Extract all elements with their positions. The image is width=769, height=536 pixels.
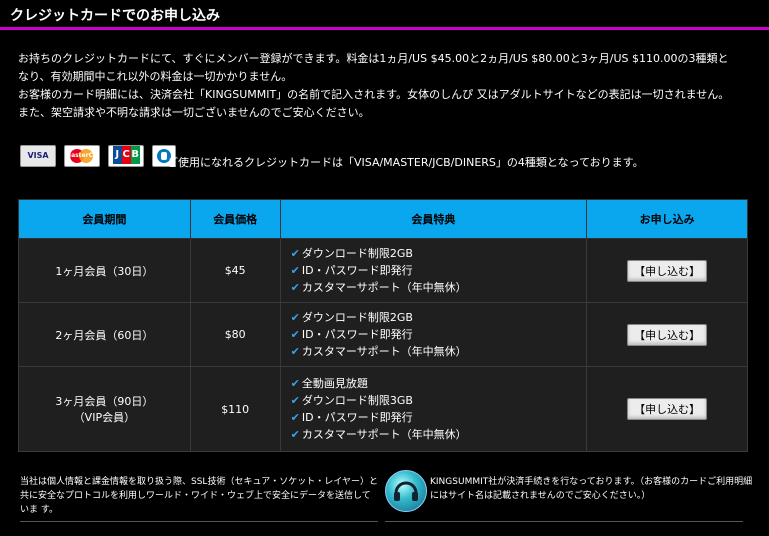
checkmark-icon: ✔ bbox=[290, 377, 300, 390]
divider bbox=[385, 521, 743, 522]
plan-apply-cell: 【申し込む】 bbox=[586, 238, 748, 303]
benefit-text: カスタマーサポート（年中無休） bbox=[301, 428, 467, 441]
benefit-item: ✔ ID・パスワード即発行 bbox=[291, 409, 586, 426]
jcb-logo-icon: JCB bbox=[108, 145, 145, 167]
divider bbox=[20, 521, 378, 522]
plan-period-label: 2ヶ月会員（60日） bbox=[55, 328, 154, 342]
column-header-period: 会員期間 bbox=[18, 199, 191, 239]
benefit-item: ✔ ID・パスワード即発行 bbox=[291, 326, 586, 343]
ssl-notice: 当社は個人情報と課金情報を取り扱う際、SSL技術（セキュア・ソケット・レイヤー）… bbox=[20, 477, 378, 515]
page-title: クレジットカードでのお申し込み bbox=[10, 8, 220, 24]
benefit-item: ✔ ダウンロード制限2GB bbox=[291, 309, 586, 326]
membership-table: 会員期間 会員価格 会員特典 お申し込み 1ヶ月会員（30日） $45 ✔ ダウン… bbox=[18, 199, 748, 452]
apply-button-2month[interactable]: 【申し込む】 bbox=[627, 323, 708, 346]
column-header-price: 会員価格 bbox=[189, 199, 281, 239]
checkmark-icon: ✔ bbox=[290, 281, 300, 294]
column-header-apply: お申し込み bbox=[586, 199, 748, 239]
jcb-letter: B bbox=[130, 146, 140, 164]
checkmark-icon: ✔ bbox=[290, 264, 300, 277]
benefit-item: ✔ ダウンロード制限2GB bbox=[291, 245, 586, 262]
benefit-text: ダウンロード制限3GB bbox=[301, 394, 413, 407]
jcb-letter: C bbox=[121, 146, 131, 164]
column-header-benefits: 会員特典 bbox=[279, 199, 588, 239]
plan-period: 2ヶ月会員（60日） bbox=[18, 302, 191, 367]
checkmark-icon: ✔ bbox=[290, 345, 300, 358]
plan-vip-label: （VIP会員） bbox=[73, 411, 136, 424]
benefit-text: ダウンロード制限2GB bbox=[301, 247, 413, 260]
headset-support-icon bbox=[385, 470, 427, 512]
benefit-item: ✔ ID・パスワード即発行 bbox=[291, 262, 586, 279]
plan-price: $45 bbox=[189, 238, 281, 303]
billing-notice: KINGSUMMIT社が決済手続きを行なっております。（お客様のカードご利用明細… bbox=[430, 477, 753, 501]
intro-line: お持ちのクレジットカードにて、すぐにメンバー登録ができます。料金は1ヵ月/US … bbox=[18, 52, 729, 65]
visa-logo-icon: VISA bbox=[20, 145, 56, 167]
intro-text: お持ちのクレジットカードにて、すぐにメンバー登録ができます。料金は1ヵ月/US … bbox=[18, 50, 758, 122]
table-row: 3ヶ月会員（90日） （VIP会員） $110 ✔ 全動画見放題 ✔ ダウンロード制… bbox=[18, 366, 748, 452]
checkmark-icon: ✔ bbox=[290, 311, 300, 324]
benefit-text: カスタマーサポート（年中無休） bbox=[301, 281, 467, 294]
benefit-text: ID・パスワード即発行 bbox=[301, 264, 413, 277]
plan-price: $80 bbox=[189, 302, 281, 367]
benefit-text: カスタマーサポート（年中無休） bbox=[301, 345, 467, 358]
plan-apply-cell: 【申し込む】 bbox=[586, 302, 748, 367]
table-header-row: 会員期間 会員価格 会員特典 お申し込み bbox=[18, 199, 748, 239]
benefit-item: ✔ カスタマーサポート（年中無休） bbox=[291, 426, 586, 443]
table-row: 2ヶ月会員（60日） $80 ✔ ダウンロード制限2GB ✔ ID・パスワード即発行… bbox=[18, 302, 748, 367]
plan-price: $110 bbox=[189, 366, 281, 452]
benefit-item: ✔ カスタマーサポート（年中無休） bbox=[291, 343, 586, 360]
table-row: 1ヶ月会員（30日） $45 ✔ ダウンロード制限2GB ✔ ID・パスワード即発行… bbox=[18, 238, 748, 303]
benefit-item: ✔ 全動画見放題 bbox=[291, 375, 586, 392]
accepted-cards-text: ご使用になれるクレジットカードは「VISA/MASTER/JCB/DINERS」… bbox=[167, 156, 644, 169]
checkmark-icon: ✔ bbox=[290, 247, 300, 260]
checkmark-icon: ✔ bbox=[290, 328, 300, 341]
mastercard-label: MasterCard bbox=[65, 152, 100, 159]
page-header: クレジットカードでのお申し込み bbox=[0, 0, 769, 30]
benefit-item: ✔ カスタマーサポート（年中無休） bbox=[291, 279, 586, 296]
plan-period: 3ヶ月会員（90日） （VIP会員） bbox=[18, 366, 191, 452]
plan-period: 1ヶ月会員（30日） bbox=[18, 238, 191, 303]
plan-period-label: 3ヶ月会員（90日） bbox=[55, 395, 154, 408]
checkmark-icon: ✔ bbox=[290, 428, 300, 441]
intro-line: お客様のカード明細には、決済会社「KINGSUMMIT」の名前で記入されます。女… bbox=[18, 88, 730, 101]
benefit-text: 全動画見放題 bbox=[301, 377, 368, 390]
jcb-letter: J bbox=[112, 146, 122, 164]
benefit-text: ID・パスワード即発行 bbox=[301, 411, 413, 424]
checkmark-icon: ✔ bbox=[290, 411, 300, 424]
benefit-text: ID・パスワード即発行 bbox=[301, 328, 413, 341]
card-logos: VISA MasterCard JCB bbox=[20, 145, 179, 167]
apply-button-3month[interactable]: 【申し込む】 bbox=[627, 398, 708, 420]
headset-icon bbox=[394, 481, 418, 501]
plan-benefits: ✔ ダウンロード制限2GB ✔ ID・パスワード即発行 ✔ カスタマーサポート（年中無… bbox=[279, 302, 588, 367]
checkmark-icon: ✔ bbox=[290, 394, 300, 407]
intro-line: なり、有効期間中これ以外の料金は一切かかりません。 bbox=[18, 70, 293, 83]
intro-line: また、架空請求や不明な請求は一切ございませんのでご安心ください。 bbox=[18, 106, 370, 119]
mastercard-logo-icon: MasterCard bbox=[64, 145, 101, 167]
plan-apply-cell: 【申し込む】 bbox=[586, 366, 748, 452]
plan-period-label: 1ヶ月会員（30日） bbox=[55, 264, 154, 278]
apply-button-1month[interactable]: 【申し込む】 bbox=[627, 259, 708, 282]
plan-benefits: ✔ 全動画見放題 ✔ ダウンロード制限3GB ✔ ID・パスワード即発行 ✔ カスタマー… bbox=[279, 366, 588, 452]
benefit-item: ✔ ダウンロード制限3GB bbox=[291, 392, 586, 409]
plan-benefits: ✔ ダウンロード制限2GB ✔ ID・パスワード即発行 ✔ カスタマーサポート（年中無… bbox=[279, 238, 588, 303]
benefit-text: ダウンロード制限2GB bbox=[301, 311, 413, 324]
